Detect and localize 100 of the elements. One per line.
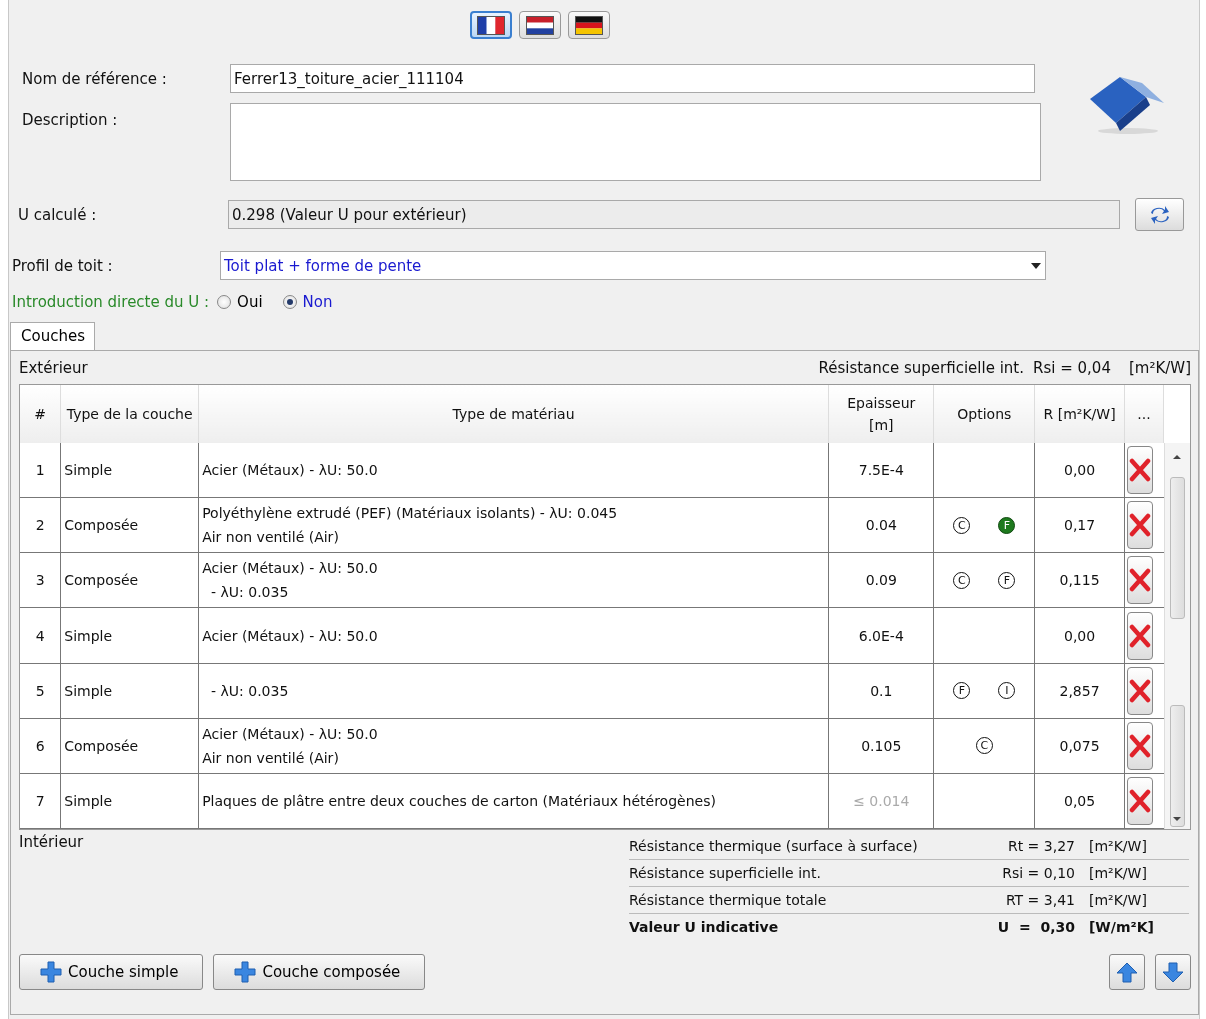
table-cell-text: Acier (Métaux) - λU: 50.0 bbox=[202, 461, 379, 481]
table-cell-text: - λU: 0.035 bbox=[210, 681, 290, 701]
close-icon bbox=[1128, 733, 1151, 758]
table-cell: 7 bbox=[20, 773, 61, 829]
column-header: Type de la couche bbox=[60, 385, 199, 444]
move-up-button[interactable] bbox=[1109, 954, 1145, 990]
u-value-field: 0.298 (Valeur U pour extérieur) bbox=[228, 200, 1120, 229]
table-cell-text: Air non ventilé (Air) bbox=[202, 748, 340, 768]
language-button[interactable] bbox=[519, 11, 561, 39]
field-label: Introduction directe du U : bbox=[12, 293, 210, 311]
table-cell: 0,05 bbox=[1034, 773, 1125, 829]
language-button[interactable] bbox=[470, 11, 512, 39]
table-cell: 0,00 bbox=[1034, 443, 1125, 498]
delete-button[interactable] bbox=[1126, 501, 1153, 550]
delete-button[interactable] bbox=[1126, 556, 1153, 605]
add-layer-button[interactable]: Couche composée bbox=[213, 954, 426, 990]
summary-value: Rsi = 0,10 bbox=[952, 860, 1089, 887]
add-layer-button[interactable]: Couche simple bbox=[19, 954, 204, 990]
summary-label: Valeur U indicative bbox=[629, 918, 780, 937]
table-cell: 0,17 bbox=[1034, 497, 1125, 553]
flag-icon bbox=[477, 15, 505, 35]
column-header: ... bbox=[1124, 385, 1164, 444]
roof-profile-dropdown[interactable]: Toit plat + forme de pente bbox=[220, 251, 1046, 280]
table-cell: 1 bbox=[20, 443, 61, 498]
summary-label: Résistance thermique (surface à surface) bbox=[629, 833, 953, 860]
table-cell-text: Acier (Métaux) - λU: 50.0 bbox=[202, 559, 379, 579]
delete-button[interactable] bbox=[1126, 446, 1153, 495]
table-cell: 2,857 bbox=[1034, 663, 1125, 719]
summary-value: U = 0,30 bbox=[996, 918, 1076, 937]
table-cell: Simple bbox=[60, 663, 199, 719]
table-cell: 3 bbox=[20, 552, 61, 608]
table-cell: 0,075 bbox=[1034, 718, 1125, 774]
table-cell: 0,00 bbox=[1034, 607, 1125, 664]
table-cell: 5 bbox=[20, 663, 61, 719]
table-cell: 0.09 bbox=[828, 552, 934, 608]
refresh-button[interactable] bbox=[1135, 198, 1184, 231]
resistance-label: Résistance superficielle int. bbox=[818, 358, 1024, 377]
unit-label: [m²K/W] bbox=[1088, 833, 1189, 860]
table-cell: 0.105 bbox=[828, 718, 934, 774]
language-button[interactable] bbox=[568, 11, 610, 39]
delete-button[interactable] bbox=[1126, 721, 1153, 770]
close-icon bbox=[1128, 788, 1151, 813]
summary-label: Résistance thermique totale bbox=[629, 887, 953, 914]
table-cell: 0.1 bbox=[828, 663, 934, 719]
table-cell: 7.5E-4 bbox=[828, 443, 934, 498]
unit-label: [W/m²K] bbox=[1088, 918, 1155, 937]
caret-icon bbox=[1031, 262, 1041, 269]
reference-field[interactable]: Ferrer13_toiture_acier_111104 bbox=[230, 64, 1035, 93]
close-icon bbox=[1128, 513, 1151, 538]
section-label: Extérieur bbox=[19, 358, 88, 377]
delete-button[interactable] bbox=[1126, 666, 1153, 715]
table-cell: ≤ 0.014 bbox=[828, 773, 934, 829]
resistance-value: Rsi = 0,04 bbox=[1033, 358, 1111, 377]
column-header: Options bbox=[934, 385, 1035, 444]
field-label: Description : bbox=[22, 111, 119, 129]
table-cell-text: Air non ventilé (Air) bbox=[202, 528, 340, 548]
close-icon bbox=[1128, 568, 1151, 593]
column-header: Epaisseur [m] bbox=[828, 385, 934, 444]
tab[interactable]: Couches bbox=[10, 322, 95, 350]
radio-option[interactable]: Non bbox=[282, 293, 333, 311]
field-label: Profil de toit : bbox=[12, 256, 114, 275]
summary-value: Rt = 3,27 bbox=[952, 833, 1089, 860]
table-cell-text: Polyéthylène extrudé (PEF) (Matériaux isolants) - λU: 0.045 bbox=[202, 504, 619, 524]
table-cell-text: Plaques de plâtre entre deux couches de carton (Matériaux hétérogènes) bbox=[202, 791, 717, 811]
table-cell-text: Acier (Métaux) - λU: 50.0 bbox=[202, 724, 379, 744]
description-field[interactable] bbox=[230, 103, 1041, 181]
column-header: # bbox=[20, 385, 61, 444]
delete-button[interactable] bbox=[1126, 611, 1153, 660]
flag-icon bbox=[575, 15, 603, 35]
arrow-down-icon bbox=[1161, 959, 1185, 985]
table-cell-text: - λU: 0.035 bbox=[210, 583, 290, 603]
table-cell: 0.04 bbox=[828, 497, 934, 553]
field-label: U calculé : bbox=[18, 205, 98, 224]
flag-icon bbox=[526, 15, 554, 35]
table-cell: Simple bbox=[60, 773, 199, 829]
plus-icon bbox=[234, 961, 257, 983]
table-cell: 2 bbox=[20, 497, 61, 553]
table-cell-text: Acier (Métaux) - λU: 50.0 bbox=[202, 626, 379, 646]
radio-option[interactable]: Oui bbox=[217, 293, 263, 311]
close-icon bbox=[1128, 458, 1151, 483]
unit-label: [m²K/W] bbox=[1088, 887, 1189, 914]
table-cell: Composée bbox=[60, 497, 199, 553]
field-label: Nom de référence : bbox=[22, 69, 168, 88]
scrollbar[interactable] bbox=[1164, 443, 1190, 829]
table-cell: Composée bbox=[60, 718, 199, 774]
table-cell: 0,115 bbox=[1034, 552, 1125, 608]
column-header: Type de matériau bbox=[198, 385, 829, 444]
move-down-button[interactable] bbox=[1155, 954, 1191, 990]
table-cell: Simple bbox=[60, 443, 199, 498]
section-label: Intérieur bbox=[19, 833, 84, 853]
unit-label: [m²K/W] bbox=[1088, 860, 1189, 887]
table-cell: 4 bbox=[20, 607, 61, 664]
column-header: R [m²K/W] bbox=[1034, 385, 1125, 444]
option-badge: F bbox=[998, 516, 1016, 534]
delete-button[interactable] bbox=[1126, 776, 1153, 825]
summary-label: Résistance superficielle int. bbox=[629, 860, 953, 887]
close-icon bbox=[1128, 678, 1151, 703]
table-cell: Composée bbox=[60, 552, 199, 608]
summary-value: RT = 3,41 bbox=[952, 887, 1089, 914]
unit-label: [m²K/W] bbox=[1128, 358, 1191, 377]
